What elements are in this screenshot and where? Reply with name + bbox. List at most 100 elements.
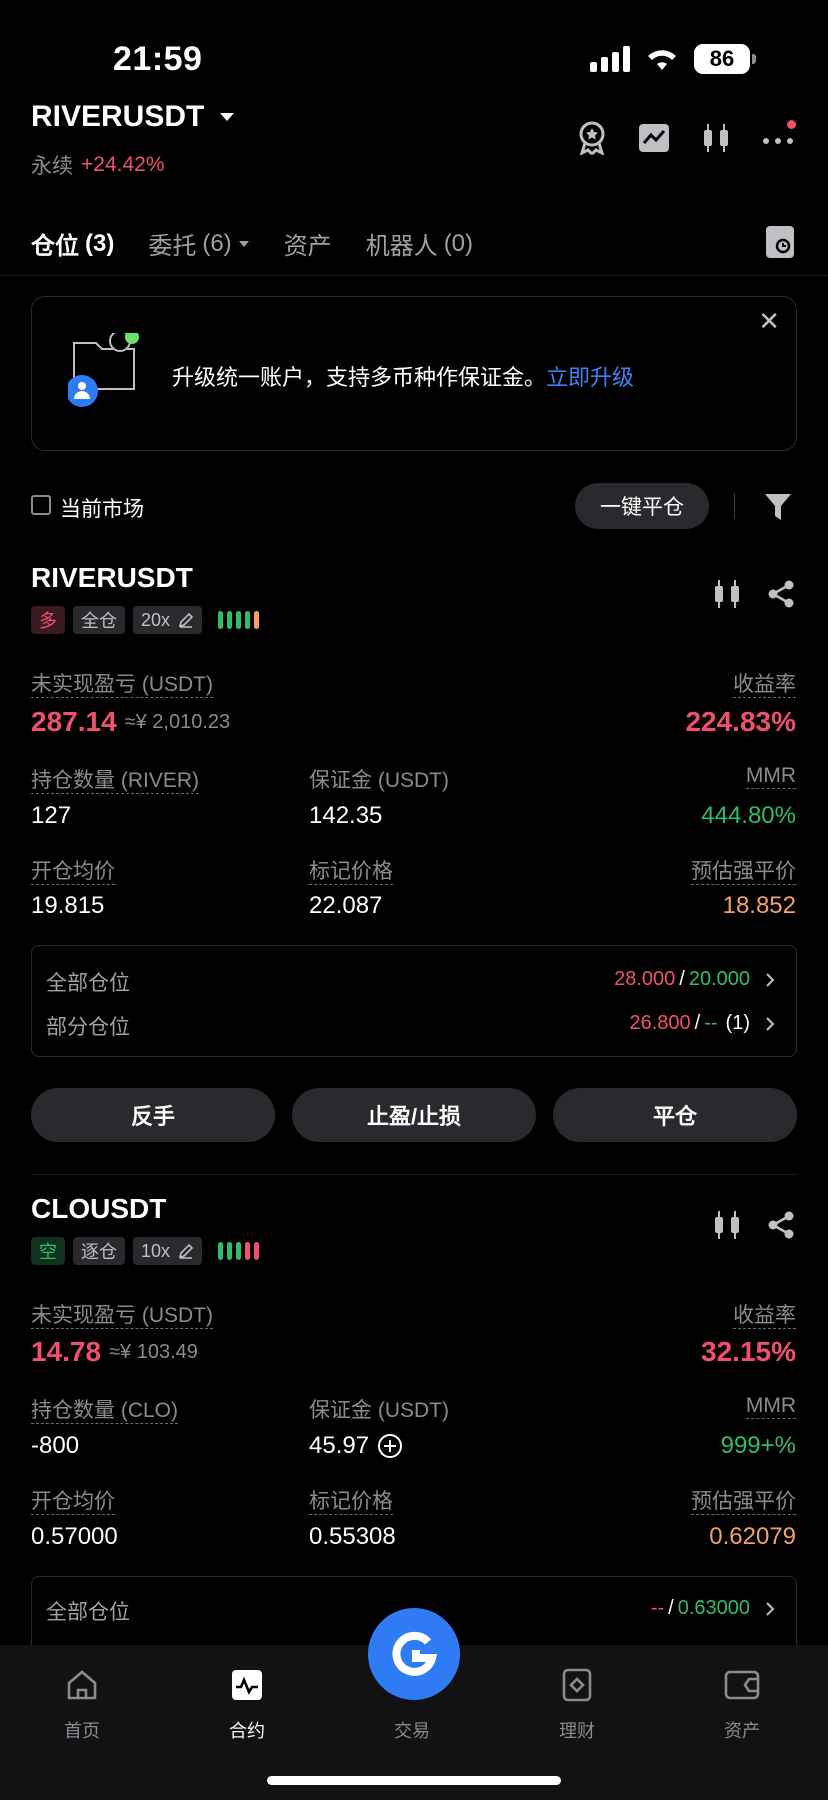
- liq-value: 18.852: [722, 892, 796, 919]
- all-tpsl-row[interactable]: -- / 0.63000: [651, 1597, 776, 1620]
- mmr-label[interactable]: MMR: [745, 764, 796, 789]
- more-icon[interactable]: [760, 120, 796, 156]
- slash: /: [679, 968, 685, 990]
- upgrade-illustration-icon: [66, 330, 148, 418]
- leverage-badge[interactable]: 10x: [133, 1237, 203, 1265]
- pnl-value: 287.14: [31, 706, 117, 737]
- pnl-cny: ≈¥ 103.49: [109, 1340, 198, 1363]
- nav-assets[interactable]: 资产: [687, 1665, 797, 1743]
- sl-value: 20.000: [688, 968, 750, 990]
- roe-value: 32.15%: [701, 1336, 796, 1367]
- position-tags: 空 逐仓 10x: [31, 1237, 260, 1265]
- share-icon[interactable]: [766, 1210, 796, 1240]
- notification-dot: [787, 120, 796, 129]
- earn-icon: [557, 1665, 597, 1705]
- current-market-label[interactable]: 当前市场: [60, 493, 144, 523]
- reverse-button[interactable]: 反手: [31, 1088, 275, 1142]
- trade-fab-button[interactable]: [368, 1608, 460, 1700]
- tpsl-button[interactable]: 止盈/止损: [292, 1088, 536, 1142]
- entry-label[interactable]: 开仓均价: [31, 860, 115, 885]
- status-icons: 86: [590, 44, 756, 74]
- edit-icon: [178, 612, 194, 628]
- tab-bots[interactable]: 机器人 (0): [366, 226, 473, 261]
- roe-label[interactable]: 收益率: [733, 673, 796, 698]
- symbol-selector[interactable]: RIVERUSDT: [31, 100, 236, 134]
- nav-futures[interactable]: 合约: [192, 1665, 302, 1743]
- tp-value: 26.800: [629, 1012, 691, 1034]
- pnl-label[interactable]: 未实现盈亏 (USDT): [31, 673, 213, 698]
- history-doc-icon[interactable]: [766, 226, 794, 258]
- home-icon: [62, 1665, 102, 1705]
- side-badge: 多: [31, 606, 65, 634]
- nav-label: 交易: [394, 1721, 430, 1741]
- award-icon[interactable]: [574, 120, 610, 156]
- roe-label[interactable]: 收益率: [733, 1304, 796, 1329]
- chevron-right-icon: [766, 972, 775, 987]
- risk-level-bars: [218, 611, 260, 629]
- kline-icon[interactable]: [712, 578, 742, 610]
- liq-label[interactable]: 预估强平价: [691, 860, 796, 885]
- mark-label[interactable]: 标记价格: [309, 1490, 393, 1515]
- tab-positions[interactable]: 仓位 (3): [31, 226, 114, 261]
- position-actions: [712, 1209, 796, 1241]
- position-tabs: 仓位 (3) 委托 (6) 资产 机器人 (0): [31, 226, 473, 261]
- all-positions-label: 全部仓位: [46, 1601, 130, 1624]
- risk-level-bars: [218, 1242, 260, 1260]
- slash: /: [668, 1597, 674, 1619]
- share-icon[interactable]: [766, 579, 796, 609]
- chevron-right-icon: [766, 1601, 775, 1616]
- partial-count: (1): [725, 1012, 750, 1034]
- filter-separator: [734, 493, 735, 519]
- liq-label[interactable]: 预估强平价: [691, 1490, 796, 1515]
- nav-earn[interactable]: 理财: [522, 1665, 632, 1743]
- banner-message: 升级统一账户，支持多币种作保证金。 立即升级: [172, 360, 634, 392]
- mmr-value: 444.80%: [701, 802, 796, 829]
- tpsl-summary: [31, 945, 797, 1057]
- kline-icon[interactable]: [698, 120, 734, 156]
- all-tpsl-row[interactable]: 28.000 / 20.000: [614, 968, 776, 991]
- qty-value: 127: [31, 802, 72, 829]
- upgrade-link[interactable]: 立即升级: [546, 360, 634, 392]
- margin-value: 45.97: [309, 1432, 370, 1459]
- battery-indicator: 86: [694, 44, 756, 74]
- current-market-checkbox[interactable]: [31, 495, 51, 515]
- sl-value: --: [704, 1012, 718, 1034]
- position-symbol[interactable]: RIVERUSDT: [31, 562, 193, 594]
- close-all-button[interactable]: 一键平仓: [575, 483, 709, 529]
- margin-label: 保证金 (USDT): [309, 769, 449, 792]
- tab-label: 仓位: [31, 233, 79, 260]
- wallet-icon: [722, 1665, 762, 1705]
- pnl-value: 14.78: [31, 1336, 102, 1367]
- tab-count: (6): [202, 229, 232, 257]
- symbol-subtitle: 永续 +24.42%: [31, 150, 165, 180]
- futures-icon: [227, 1665, 267, 1705]
- trade-icon: [392, 1631, 438, 1676]
- calculator-icon[interactable]: [636, 120, 672, 156]
- tab-label: 资产: [283, 233, 332, 260]
- partial-tpsl-row[interactable]: 26.800 / -- (1): [629, 1012, 776, 1035]
- close-icon[interactable]: ✕: [758, 306, 780, 337]
- tab-count: (3): [85, 229, 115, 257]
- close-position-button[interactable]: 平仓: [553, 1088, 797, 1142]
- tab-orders[interactable]: 委托 (6): [148, 226, 249, 261]
- margin-label: 保证金 (USDT): [309, 1399, 449, 1422]
- qty-label[interactable]: 持仓数量 (RIVER): [31, 769, 199, 794]
- leverage-value: 10x: [141, 1240, 171, 1261]
- position-symbol[interactable]: CLOUSDT: [31, 1193, 166, 1225]
- nav-home[interactable]: 首页: [27, 1665, 137, 1743]
- side-badge: 空: [31, 1237, 65, 1265]
- add-margin-icon[interactable]: [377, 1433, 403, 1459]
- tab-assets[interactable]: 资产: [284, 226, 332, 261]
- kline-icon[interactable]: [712, 1209, 742, 1241]
- liq-value: 0.62079: [709, 1523, 796, 1550]
- mmr-label[interactable]: MMR: [745, 1394, 796, 1419]
- mark-label[interactable]: 标记价格: [309, 860, 393, 885]
- banner-text: 升级统一账户，支持多币种作保证金。: [172, 365, 547, 390]
- tab-label: 机器人: [365, 233, 438, 260]
- filter-icon[interactable]: [764, 492, 792, 527]
- qty-label[interactable]: 持仓数量 (CLO): [31, 1399, 178, 1424]
- pnl-label[interactable]: 未实现盈亏 (USDT): [31, 1304, 213, 1329]
- status-time: 21:59: [113, 40, 203, 78]
- leverage-badge[interactable]: 20x: [133, 606, 203, 634]
- entry-label[interactable]: 开仓均价: [31, 1490, 115, 1515]
